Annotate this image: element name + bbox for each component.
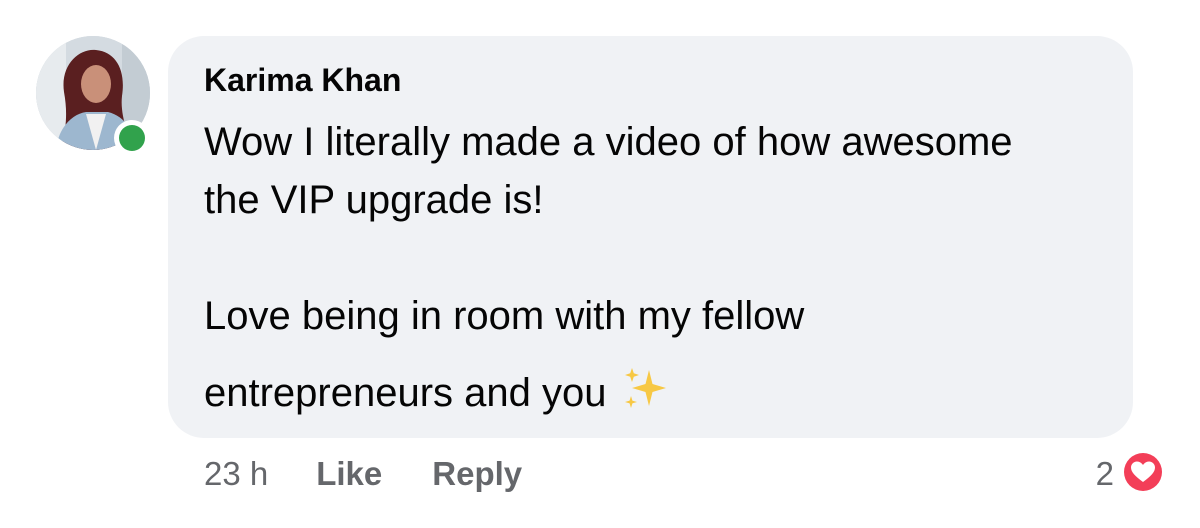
comment-text-line: Wow I literally made a video of how awes… <box>204 120 1013 164</box>
comment-timestamp[interactable]: 23 h <box>204 455 268 493</box>
like-button[interactable]: Like <box>316 455 382 493</box>
comment-author[interactable]: Karima Khan <box>204 62 401 99</box>
online-status-indicator <box>114 120 150 156</box>
reply-button[interactable]: Reply <box>432 455 522 493</box>
comment-text-last-line: entrepreneurs and you <box>204 364 669 423</box>
comment-text-line: the VIP upgrade is! <box>204 178 544 222</box>
reaction-summary[interactable]: 2 <box>1095 449 1166 500</box>
comment-actions: 23 h Like Reply <box>204 452 572 496</box>
comment-text-line: Love being in room with my fellow <box>204 294 805 338</box>
heart-icon <box>1120 449 1166 500</box>
comment-bubble: Karima Khan Wow I literally made a video… <box>168 36 1133 438</box>
sparkles-icon <box>621 364 669 423</box>
comment: Karima Khan Wow I literally made a video… <box>0 0 1200 528</box>
comment-text-line: entrepreneurs and you <box>204 371 607 415</box>
reaction-count: 2 <box>1095 455 1114 492</box>
online-dot <box>119 125 145 151</box>
